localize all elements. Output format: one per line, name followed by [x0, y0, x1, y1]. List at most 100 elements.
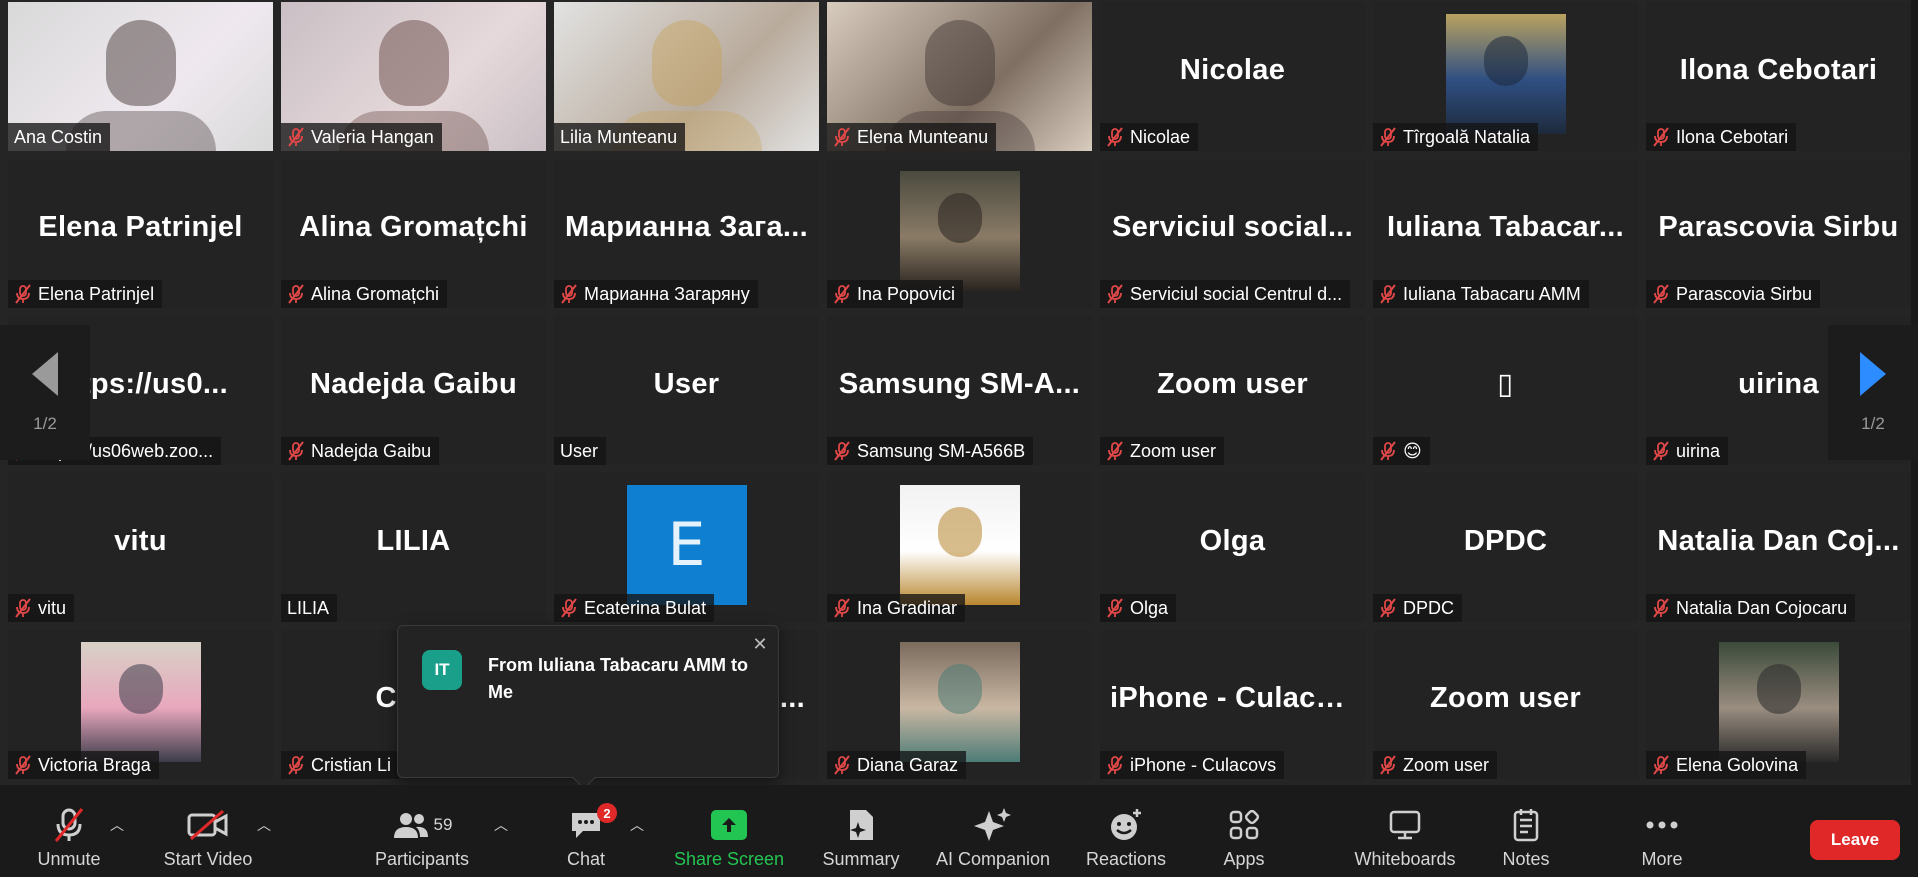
participant-tile[interactable]: Iuliana Tabacar... Iuliana Tabacaru AMM	[1365, 157, 1638, 314]
person-silhouette	[937, 507, 982, 557]
participant-tile[interactable]: Zoom user Zoom user	[1365, 628, 1638, 785]
participant-tile[interactable]: Марианна Зага... Марианна Загаряну	[546, 157, 819, 314]
participant-name-label: Valeria Hangan	[281, 123, 442, 151]
participant-tile[interactable]: E Ecaterina Bulat	[546, 471, 819, 628]
apps-button[interactable]: Apps	[1212, 785, 1276, 877]
participant-tile[interactable]: vitu vitu	[0, 471, 273, 628]
previous-page-button[interactable]: 1/2	[0, 325, 90, 460]
participant-name: User	[560, 440, 599, 461]
ai-companion-button[interactable]: AI Companion	[928, 785, 1058, 877]
participant-tile[interactable]: ▯ 😊	[1365, 314, 1638, 471]
next-page-button[interactable]: 1/2	[1828, 325, 1918, 460]
participant-tile[interactable]: iPhone - Culacovs iPhone - Culacovs	[1092, 628, 1365, 785]
start-video-button[interactable]: Start Video	[156, 785, 260, 877]
participant-tile[interactable]: User User	[546, 314, 819, 471]
participant-name-label: Samsung SM-A566B	[827, 437, 1034, 465]
participant-tile-body: Olga Olga	[1100, 473, 1365, 622]
participant-profile-photo	[899, 485, 1020, 605]
participant-tile[interactable]: LILIA LILIA	[273, 471, 546, 628]
participant-tile-body: Ina Gradinar	[827, 473, 1092, 622]
participant-tile[interactable]: Ina Gradinar	[819, 471, 1092, 628]
muted-mic-icon	[833, 441, 851, 461]
participant-tile[interactable]: Ilona Cebotari Ilona Cebotari	[1638, 0, 1911, 157]
participant-tile-body: DPDC DPDC	[1373, 473, 1638, 622]
whiteboards-button[interactable]: Whiteboards	[1350, 785, 1460, 877]
participant-name-label: DPDC	[1373, 594, 1463, 622]
participant-tile[interactable]: Zoom user Zoom user	[1092, 314, 1365, 471]
participant-tile[interactable]: Nadejda Gaibu Nadejda Gaibu	[273, 314, 546, 471]
participant-tile[interactable]: Ana Costin	[0, 0, 273, 157]
participant-tile-body: Serviciul social... Serviciul social Cent…	[1100, 159, 1365, 308]
gallery-view: Ana Costin Valeria Hangan Lilia Munteanu El…	[0, 0, 1918, 790]
participant-tile[interactable]: Diana Garaz	[819, 628, 1092, 785]
participant-tile[interactable]: Elena Patrinjel Elena Patrinjel	[0, 157, 273, 314]
participant-name-label: Iuliana Tabacaru AMM	[1373, 280, 1589, 308]
participant-tile[interactable]: Valeria Hangan	[273, 0, 546, 157]
page-indicator-left: 1/2	[33, 413, 57, 433]
meeting-toolbar: Unmute ︿ Start Video ︿ 59 Participants ︿	[0, 785, 1918, 877]
participant-name-label: Elena Golovina	[1646, 751, 1807, 779]
close-icon[interactable]: ✕	[750, 634, 770, 654]
participant-tile[interactable]: Ina Popovici	[819, 157, 1092, 314]
participant-tile[interactable]: Tîrgoală Natalia	[1365, 0, 1638, 157]
participant-tile[interactable]: Olga Olga	[1092, 471, 1365, 628]
participant-name-label: Nicolae	[1100, 123, 1199, 151]
reactions-button[interactable]: Reactions	[1080, 785, 1172, 877]
participant-name: Elena Munteanu	[857, 126, 989, 147]
participant-name-label: Zoom user	[1100, 437, 1225, 465]
muted-mic-icon	[833, 598, 851, 618]
chat-unread-badge: 2	[597, 803, 617, 823]
participant-display-name: Natalia Dan Coj...	[1657, 524, 1900, 557]
participant-tile[interactable]: Victoria Braga	[0, 628, 273, 785]
participant-tile[interactable]: Natalia Dan Coj... Natalia Dan Cojocaru	[1638, 471, 1911, 628]
video-options-chevron-up-icon[interactable]: ︿	[256, 815, 272, 833]
participant-tile[interactable]: Elena Golovina	[1638, 628, 1911, 785]
participant-name: Zoom user	[1403, 754, 1490, 775]
participant-tile-body: Nadejda Gaibu Nadejda Gaibu	[281, 316, 546, 465]
participant-name: Serviciul social Centrul d...	[1130, 283, 1343, 304]
participant-name-label: Elena Munteanu	[827, 123, 997, 151]
share-screen-button[interactable]: Share Screen	[668, 785, 790, 877]
participant-tile[interactable]: Alina Gromațchi Alina Gromațchi	[273, 157, 546, 314]
participant-tile[interactable]: Nicolae Nicolae	[1092, 0, 1365, 157]
participant-display-name: User	[653, 367, 720, 400]
reactions-label: Reactions	[1085, 849, 1167, 869]
chat-notification[interactable]: IT From Iuliana Tabacaru AMM to Me ✕	[397, 625, 779, 790]
person-silhouette	[1483, 36, 1528, 86]
more-button[interactable]: More	[1632, 785, 1692, 877]
participant-name-label: Elena Patrinjel	[8, 280, 163, 308]
participant-name-label: iPhone - Culacovs	[1100, 751, 1285, 779]
participant-tile-body: User User	[554, 316, 819, 465]
participant-tile[interactable]: Elena Munteanu	[819, 0, 1092, 157]
participants-button[interactable]: 59 Participants	[370, 785, 474, 877]
participant-name-label: Lilia Munteanu	[554, 123, 686, 151]
participant-tile[interactable]: Samsung SM-A... Samsung SM-A566B	[819, 314, 1092, 471]
chat-options-chevron-up-icon[interactable]: ︿	[629, 815, 645, 833]
participant-name: DPDC	[1403, 597, 1455, 618]
participant-tile-body: Tîrgoală Natalia	[1373, 2, 1638, 151]
participant-name-label: Natalia Dan Cojocaru	[1646, 594, 1856, 622]
participant-display-name: Iuliana Tabacar...	[1387, 210, 1624, 243]
chat-button[interactable]: 2 Chat	[556, 785, 617, 877]
participant-tile[interactable]: Lilia Munteanu	[546, 0, 819, 157]
participant-tile-body: Alina Gromațchi Alina Gromațchi	[281, 159, 546, 308]
participant-tile-body: Zoom user Zoom user	[1373, 630, 1638, 779]
muted-mic-icon	[52, 805, 86, 845]
participant-tile[interactable]: Serviciul social... Serviciul social Cent…	[1092, 157, 1365, 314]
participant-name: Parascovia Sirbu	[1676, 283, 1813, 304]
participant-name: 😊	[1403, 440, 1422, 461]
participant-name-label: Ina Popovici	[827, 280, 964, 308]
notes-button[interactable]: Notes	[1494, 785, 1558, 877]
participants-options-chevron-up-icon[interactable]: ︿	[493, 815, 509, 833]
unmute-button[interactable]: Unmute	[28, 785, 110, 877]
participant-tile[interactable]: DPDC DPDC	[1365, 471, 1638, 628]
muted-mic-icon	[14, 755, 32, 775]
summary-button[interactable]: Summary	[815, 785, 907, 877]
participant-name: iPhone - Culacovs	[1130, 754, 1277, 775]
person-silhouette	[118, 664, 163, 714]
audio-options-chevron-up-icon[interactable]: ︿	[109, 815, 125, 833]
leave-button[interactable]: Leave	[1810, 820, 1900, 860]
participant-display-name: Samsung SM-A...	[838, 367, 1081, 400]
participant-tile[interactable]: Parascovia Sirbu Parascovia Sirbu	[1638, 157, 1911, 314]
muted-mic-icon	[1379, 441, 1397, 461]
